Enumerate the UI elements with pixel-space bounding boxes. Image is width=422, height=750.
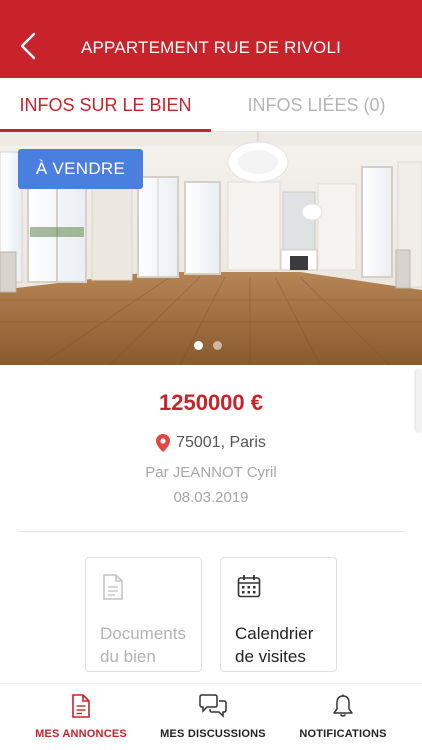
location-text: 75001, Paris	[176, 434, 266, 451]
carousel-dot[interactable]	[213, 341, 222, 350]
section-divider	[18, 531, 404, 532]
tab-infos-liees[interactable]: INFOS LIÉES (0)	[211, 78, 422, 132]
for-sale-badge: À VENDRE	[18, 149, 143, 189]
bell-icon	[333, 694, 353, 717]
card-label-line: de visites	[235, 647, 306, 666]
chevron-left-icon	[20, 32, 36, 60]
chat-icon	[199, 694, 227, 718]
nav-label: MES ANNONCES	[35, 728, 127, 740]
document-icon	[103, 574, 123, 600]
carousel-dot[interactable]	[194, 341, 203, 350]
nav-label: NOTIFICATIONS	[299, 728, 387, 740]
listing-author: Par JEANNOT Cyril	[145, 464, 277, 481]
nav-label: MES DISCUSSIONS	[160, 728, 266, 740]
document-icon	[72, 694, 90, 718]
documents-card-label: Documents du bien	[100, 622, 195, 668]
carousel-indicator	[194, 341, 222, 350]
app-header: APPARTEMENT RUE DE RIVOLI	[0, 0, 422, 78]
card-label-line: du bien	[100, 647, 156, 666]
page-title: APPARTEMENT RUE DE RIVOLI	[80, 38, 342, 57]
map-pin-icon	[156, 434, 171, 452]
bottom-navigation: MES ANNONCES MES DISCUSSIONS NOTIFICATIO…	[0, 683, 422, 750]
documents-card[interactable]: Documents du bien	[85, 557, 202, 672]
nav-notifications[interactable]: NOTIFICATIONS	[273, 684, 413, 750]
nav-mes-annonces[interactable]: MES ANNONCES	[11, 684, 151, 750]
card-label-line: Documents	[100, 624, 186, 643]
nav-mes-discussions[interactable]: MES DISCUSSIONS	[143, 684, 283, 750]
card-label-line: Calendrier	[235, 624, 314, 643]
listing-price: 1250000 €	[159, 390, 263, 415]
tab-infos-bien[interactable]: INFOS SUR LE BIEN	[0, 78, 211, 132]
listing-date: 08.03.2019	[173, 489, 249, 506]
calendar-icon	[237, 575, 261, 598]
visits-calendar-card-label: Calendrier de visites	[235, 622, 330, 668]
visits-calendar-card[interactable]: Calendrier de visites	[220, 557, 337, 672]
listing-location: 75001, Paris	[0, 434, 422, 452]
back-button[interactable]	[10, 28, 46, 64]
tab-bar: INFOS SUR LE BIEN INFOS LIÉES (0)	[0, 78, 422, 132]
